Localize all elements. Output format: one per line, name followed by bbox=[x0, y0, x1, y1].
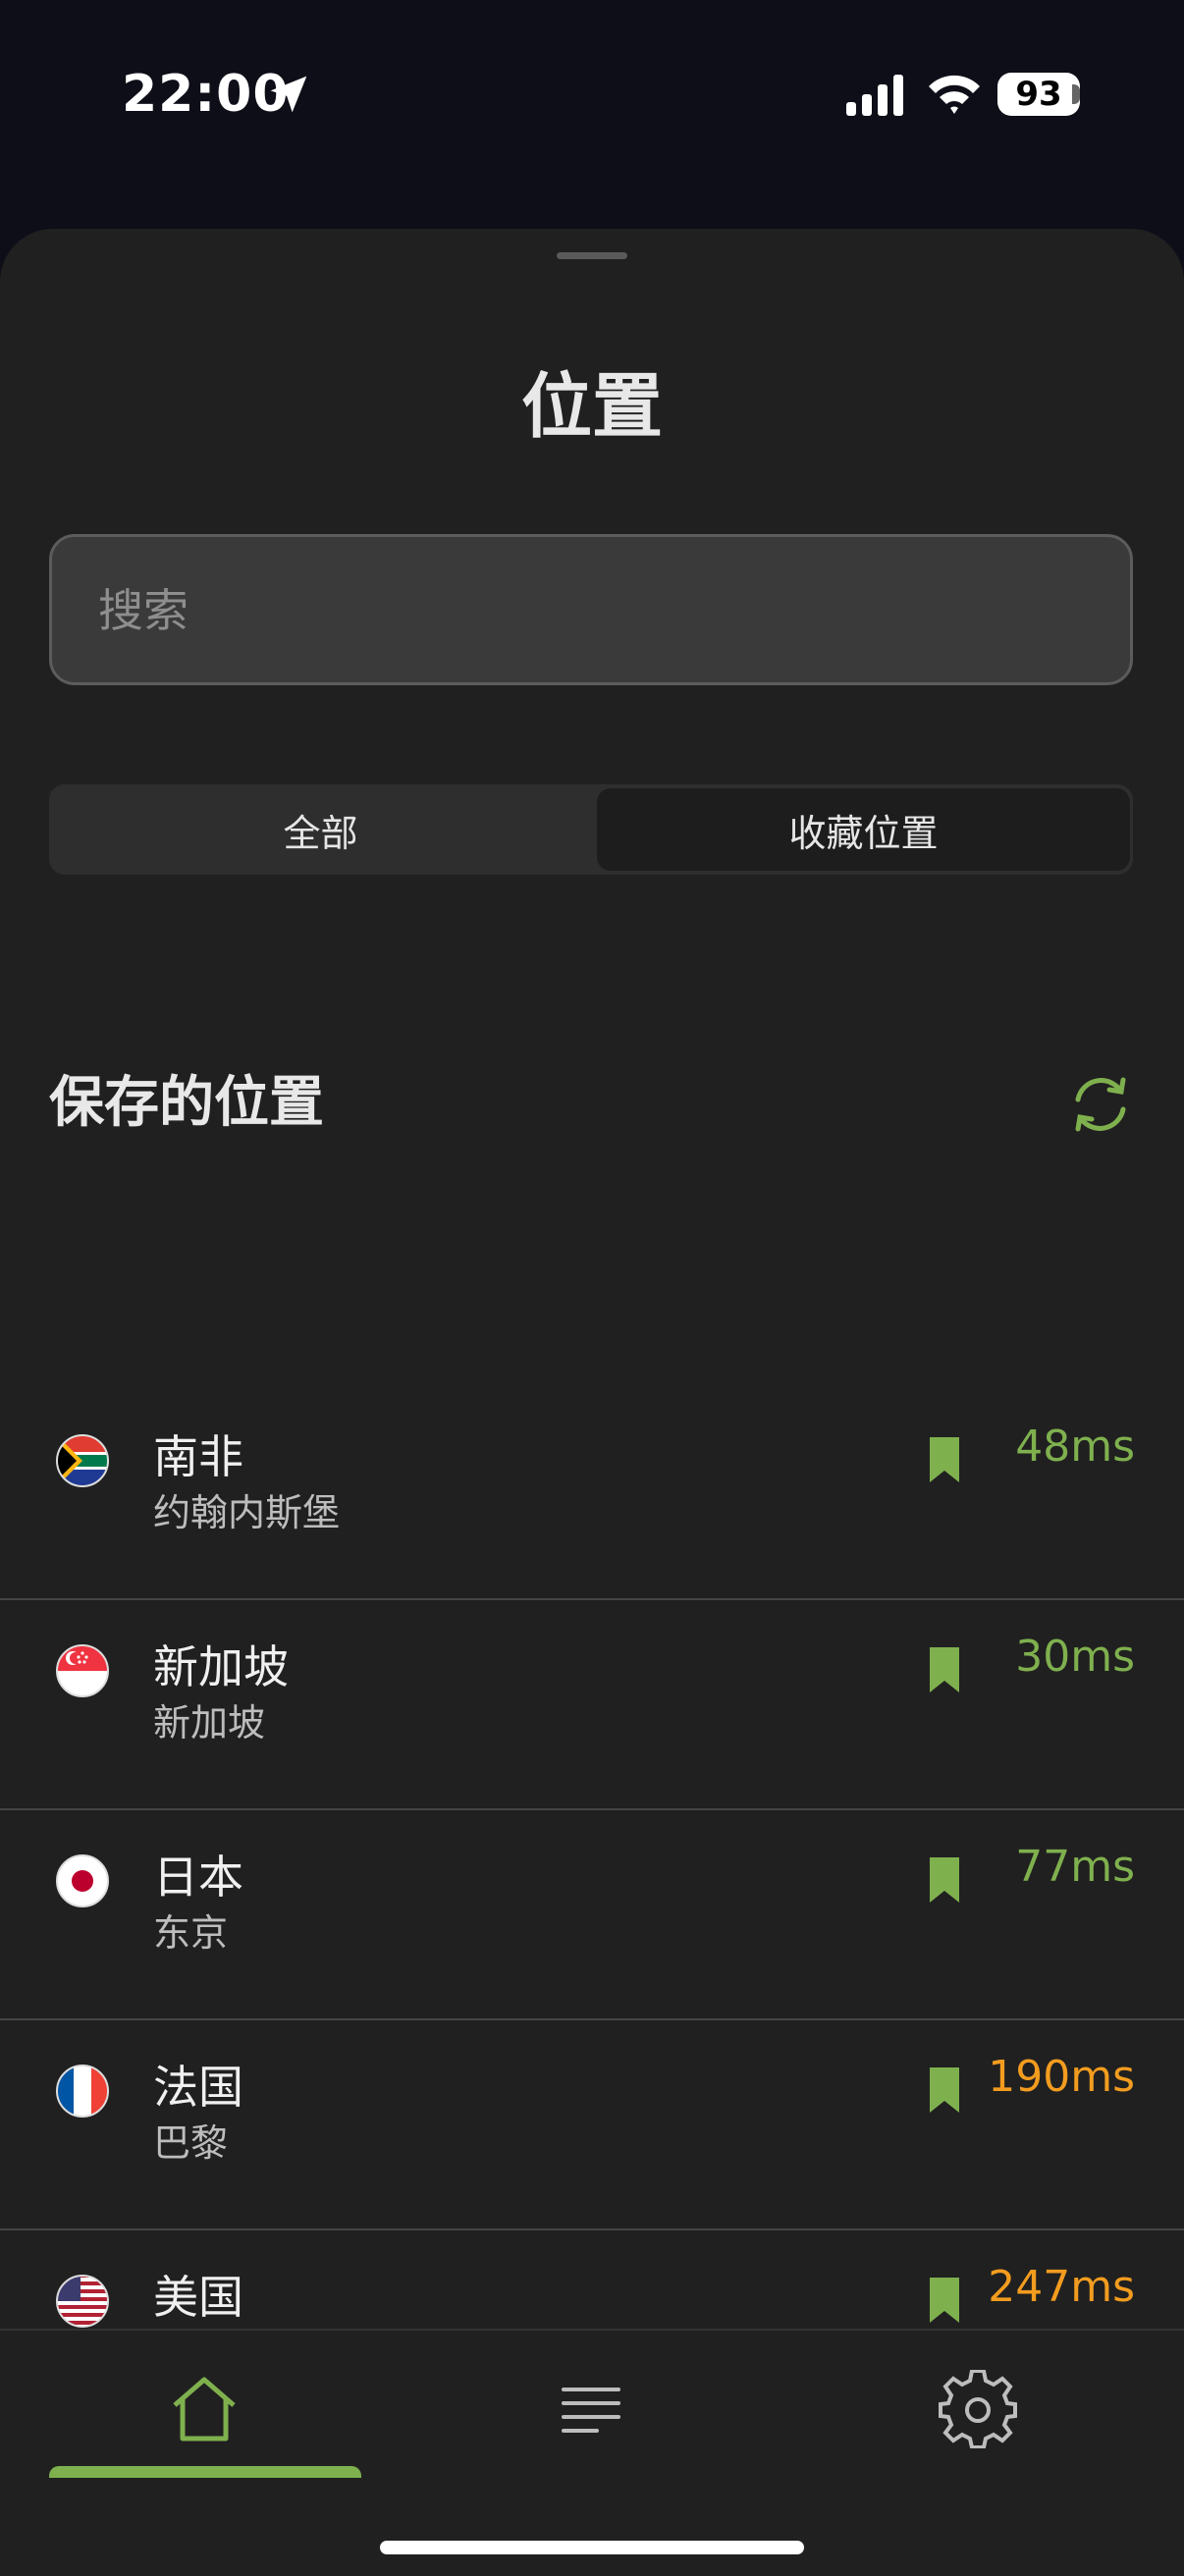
country-name: 南非 bbox=[153, 1430, 243, 1483]
segment-all[interactable]: 全部 bbox=[49, 784, 592, 875]
cellular-signal-icon bbox=[846, 75, 903, 116]
settings-icon[interactable] bbox=[939, 2370, 1017, 2448]
latency-value: 30ms bbox=[1015, 1632, 1135, 1682]
location-row[interactable]: 新加坡 新加坡 30ms bbox=[0, 1602, 1184, 1810]
bookmark-icon[interactable] bbox=[928, 2066, 961, 2115]
city-name: 东京 bbox=[153, 1911, 229, 1955]
latency-value: 48ms bbox=[1015, 1422, 1135, 1472]
city-name: 巴黎 bbox=[153, 2121, 229, 2165]
active-tab-indicator bbox=[49, 2466, 361, 2478]
segmented-control: 全部 收藏位置 bbox=[49, 784, 1133, 875]
home-indicator bbox=[380, 2541, 804, 2554]
search-input[interactable] bbox=[96, 537, 1082, 684]
status-bar: 22:00 93 bbox=[0, 0, 1184, 196]
refresh-icon[interactable] bbox=[1066, 1070, 1135, 1139]
country-name: 美国 bbox=[153, 2271, 243, 2324]
locations-sheet: 位置 全部 收藏位置 保存的位置 南非 约翰内斯堡 48 bbox=[0, 229, 1184, 2574]
page-title: 位置 bbox=[520, 365, 663, 448]
search-field[interactable] bbox=[49, 534, 1133, 685]
location-row[interactable]: 法国 巴黎 190ms bbox=[0, 2022, 1184, 2230]
city-name: 新加坡 bbox=[153, 1701, 266, 1744]
country-name: 新加坡 bbox=[153, 1640, 289, 1693]
section-title: 保存的位置 bbox=[49, 1071, 324, 1135]
japan-flag-icon bbox=[56, 1854, 109, 1907]
tab-bar bbox=[0, 2329, 1184, 2576]
latency-value: 247ms bbox=[988, 2262, 1135, 2312]
list-icon[interactable] bbox=[552, 2370, 630, 2448]
wifi-icon bbox=[929, 75, 980, 114]
bookmark-icon[interactable] bbox=[928, 1435, 961, 1484]
usa-flag-icon bbox=[56, 2275, 109, 2328]
sheet-grabber[interactable] bbox=[557, 252, 627, 259]
latency-value: 77ms bbox=[1015, 1842, 1135, 1892]
singapore-flag-icon bbox=[56, 1644, 109, 1697]
location-row[interactable]: 南非 约翰内斯堡 48ms bbox=[0, 1392, 1184, 1600]
latency-value: 190ms bbox=[988, 2052, 1135, 2102]
south-africa-flag-icon bbox=[56, 1434, 109, 1487]
location-row[interactable]: 日本 东京 77ms bbox=[0, 1812, 1184, 2020]
city-name: 约翰内斯堡 bbox=[153, 1491, 341, 1534]
bookmark-icon[interactable] bbox=[928, 1645, 961, 1694]
home-icon[interactable] bbox=[165, 2370, 243, 2448]
segment-favorites[interactable]: 收藏位置 bbox=[597, 788, 1130, 871]
bookmark-icon[interactable] bbox=[928, 1855, 961, 1905]
location-arrow-icon bbox=[270, 76, 307, 113]
battery-tip bbox=[1072, 84, 1080, 104]
country-name: 日本 bbox=[153, 1851, 243, 1904]
battery-indicator: 93 bbox=[997, 73, 1080, 116]
country-name: 法国 bbox=[153, 2061, 243, 2114]
bookmark-icon[interactable] bbox=[928, 2276, 961, 2325]
status-time: 22:00 bbox=[122, 65, 290, 124]
france-flag-icon bbox=[56, 2065, 109, 2118]
